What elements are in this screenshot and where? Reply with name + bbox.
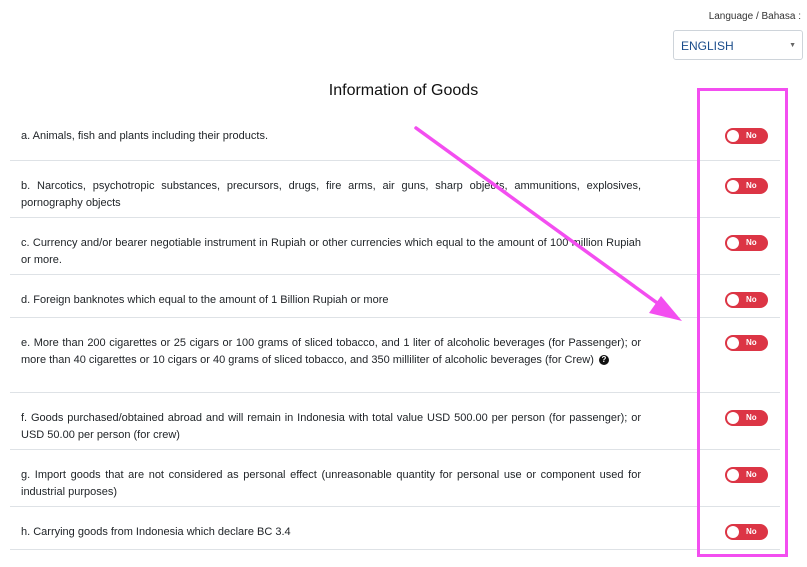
- annotation-arrow: [414, 126, 682, 321]
